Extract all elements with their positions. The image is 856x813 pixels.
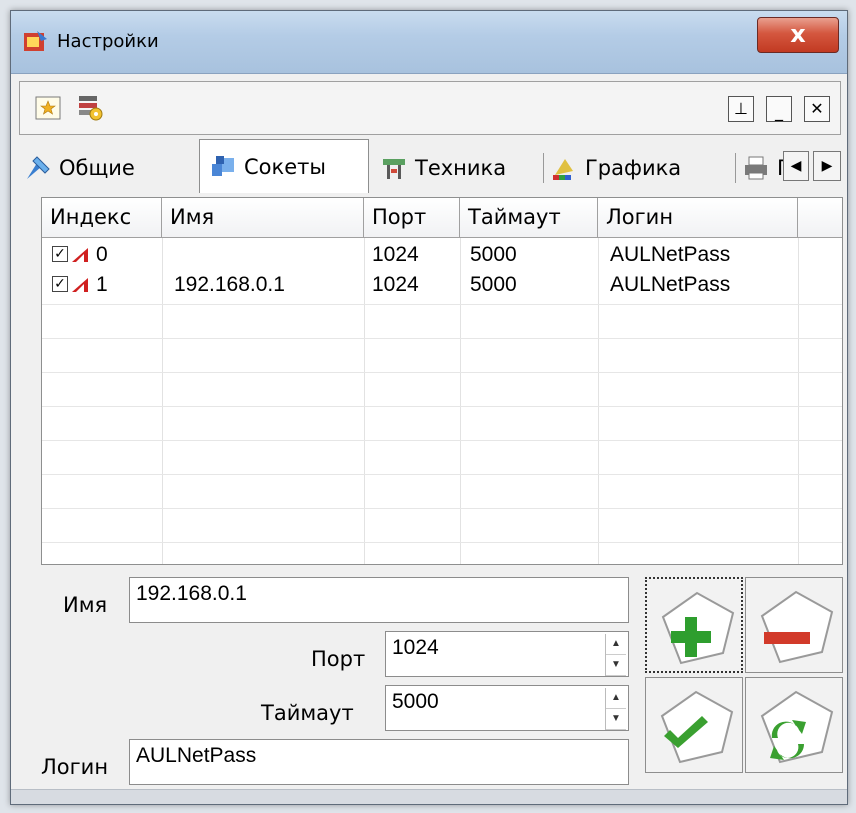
remove-icon — [760, 590, 834, 664]
tab-machinery[interactable]: Техника — [379, 145, 537, 191]
cell-name — [168, 240, 174, 270]
stepper-up-icon[interactable]: ▲ — [606, 688, 626, 709]
tab-graphics[interactable]: Графика — [549, 145, 731, 191]
restore-icon[interactable]: ⊥ — [728, 96, 754, 122]
grid-line — [798, 238, 799, 564]
column-header-name[interactable]: Имя — [162, 198, 364, 238]
grid-line — [460, 238, 461, 564]
tab-general[interactable]: Общие — [23, 145, 195, 191]
machinery-icon — [383, 159, 405, 179]
tab-label: Общие — [59, 156, 135, 180]
printer-icon — [745, 156, 767, 180]
network-settings-icon[interactable] — [76, 94, 104, 122]
grid-line — [42, 474, 842, 475]
socket-row-icon — [72, 278, 88, 292]
refresh-icon — [760, 690, 834, 764]
timeout-value: 5000 — [392, 690, 439, 713]
graphics-icon — [553, 159, 573, 180]
grid-line — [42, 406, 842, 407]
grid-line — [42, 304, 842, 305]
settings-window: Настройки x ⊥ _ ✕ Общие Сокеты Техника Г… — [10, 10, 848, 805]
grid-line — [42, 338, 842, 339]
cell-port: 1024 — [372, 273, 419, 296]
tab-scroll-right-icon[interactable]: ▶ — [813, 151, 841, 181]
row-checkbox[interactable]: ✓ — [52, 246, 68, 262]
tab-label: Графика — [585, 156, 682, 180]
tab-separator — [543, 153, 544, 183]
close-button[interactable]: x — [757, 17, 839, 53]
cell-timeout: 5000 — [470, 243, 517, 266]
login-label: Логин — [41, 755, 109, 779]
window-title: Настройки — [57, 31, 159, 52]
cell-index: 0 — [96, 243, 108, 266]
tab-label: Техника — [415, 156, 507, 180]
stepper-down-icon[interactable]: ▼ — [606, 655, 626, 676]
close-icon[interactable]: ✕ — [804, 96, 830, 122]
toolbar: ⊥ _ ✕ — [19, 81, 841, 135]
timeout-label: Таймаут — [261, 701, 354, 725]
add-button[interactable] — [645, 577, 743, 673]
grid-line — [42, 372, 842, 373]
column-header-port[interactable]: Порт — [364, 198, 460, 238]
tab-sockets[interactable]: Сокеты — [199, 139, 369, 193]
timeout-field[interactable]: 5000 ▲ ▼ — [385, 685, 629, 731]
cell-port: 1024 — [372, 243, 419, 266]
column-header-index[interactable]: Индекс — [42, 198, 162, 238]
column-header-login[interactable]: Логин — [598, 198, 798, 238]
grid-line — [42, 440, 842, 441]
window-bottom-border — [11, 789, 847, 804]
general-settings-icon — [27, 156, 50, 179]
grid-line — [42, 542, 842, 543]
tab-separator — [735, 153, 736, 183]
sockets-table[interactable]: Индекс Имя Порт Таймаут Логин ✓ 0 1024 5… — [41, 197, 843, 565]
app-icon — [24, 31, 47, 51]
cell-login: AULNetPass — [610, 243, 731, 266]
cell-name: 192.168.0.1 — [174, 273, 285, 296]
login-field[interactable]: AULNetPass — [129, 739, 629, 785]
row-checkbox[interactable]: ✓ — [52, 276, 68, 292]
cell-login: AULNetPass — [610, 273, 731, 296]
cell-index: 1 — [96, 273, 108, 296]
checkmark-icon — [660, 690, 734, 764]
favorites-icon[interactable] — [34, 94, 62, 122]
cell-timeout: 5000 — [470, 273, 517, 296]
minimize-icon[interactable]: _ — [766, 96, 792, 122]
sockets-icon — [212, 155, 234, 176]
stepper-up-icon[interactable]: ▲ — [606, 634, 626, 655]
socket-row-icon — [72, 248, 88, 262]
timeout-stepper[interactable]: ▲ ▼ — [605, 688, 626, 730]
title-bar[interactable]: Настройки x — [11, 11, 847, 74]
name-field[interactable]: 192.168.0.1 — [129, 577, 629, 623]
port-stepper[interactable]: ▲ ▼ — [605, 634, 626, 676]
column-header-timeout[interactable]: Таймаут — [460, 198, 598, 238]
apply-button[interactable] — [645, 677, 743, 773]
tab-bar: Общие Сокеты Техника Графика ◀ ▶ — [19, 139, 841, 197]
refresh-button[interactable] — [745, 677, 843, 773]
tab-scroll-left-icon[interactable]: ◀ — [783, 151, 809, 181]
grid-line — [364, 238, 365, 564]
grid-line — [42, 508, 842, 509]
add-icon — [661, 591, 735, 665]
grid-line — [162, 238, 163, 564]
tab-label: Сокеты — [244, 154, 326, 179]
port-field[interactable]: 1024 ▲ ▼ — [385, 631, 629, 677]
stepper-down-icon[interactable]: ▼ — [606, 709, 626, 730]
remove-button[interactable] — [745, 577, 843, 673]
column-header-empty — [798, 198, 842, 238]
grid-line — [598, 238, 599, 564]
name-label: Имя — [63, 593, 108, 617]
port-label: Порт — [311, 647, 366, 671]
port-value: 1024 — [392, 636, 439, 659]
